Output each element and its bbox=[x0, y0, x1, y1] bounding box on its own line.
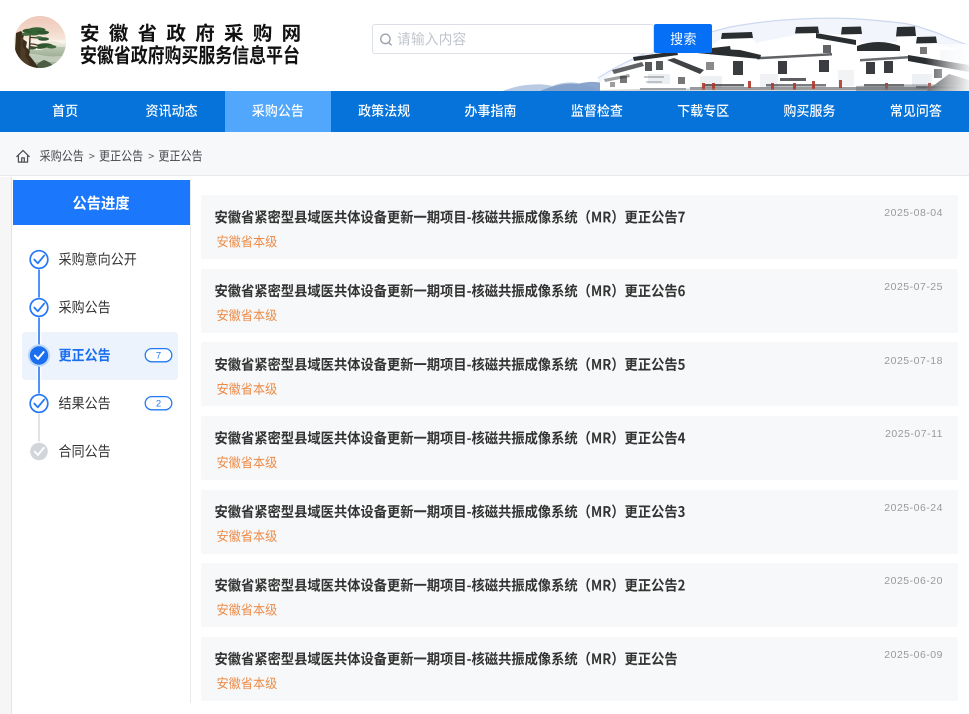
svg-text:7: 7 bbox=[156, 351, 161, 362]
svg-text:2: 2 bbox=[156, 399, 161, 410]
